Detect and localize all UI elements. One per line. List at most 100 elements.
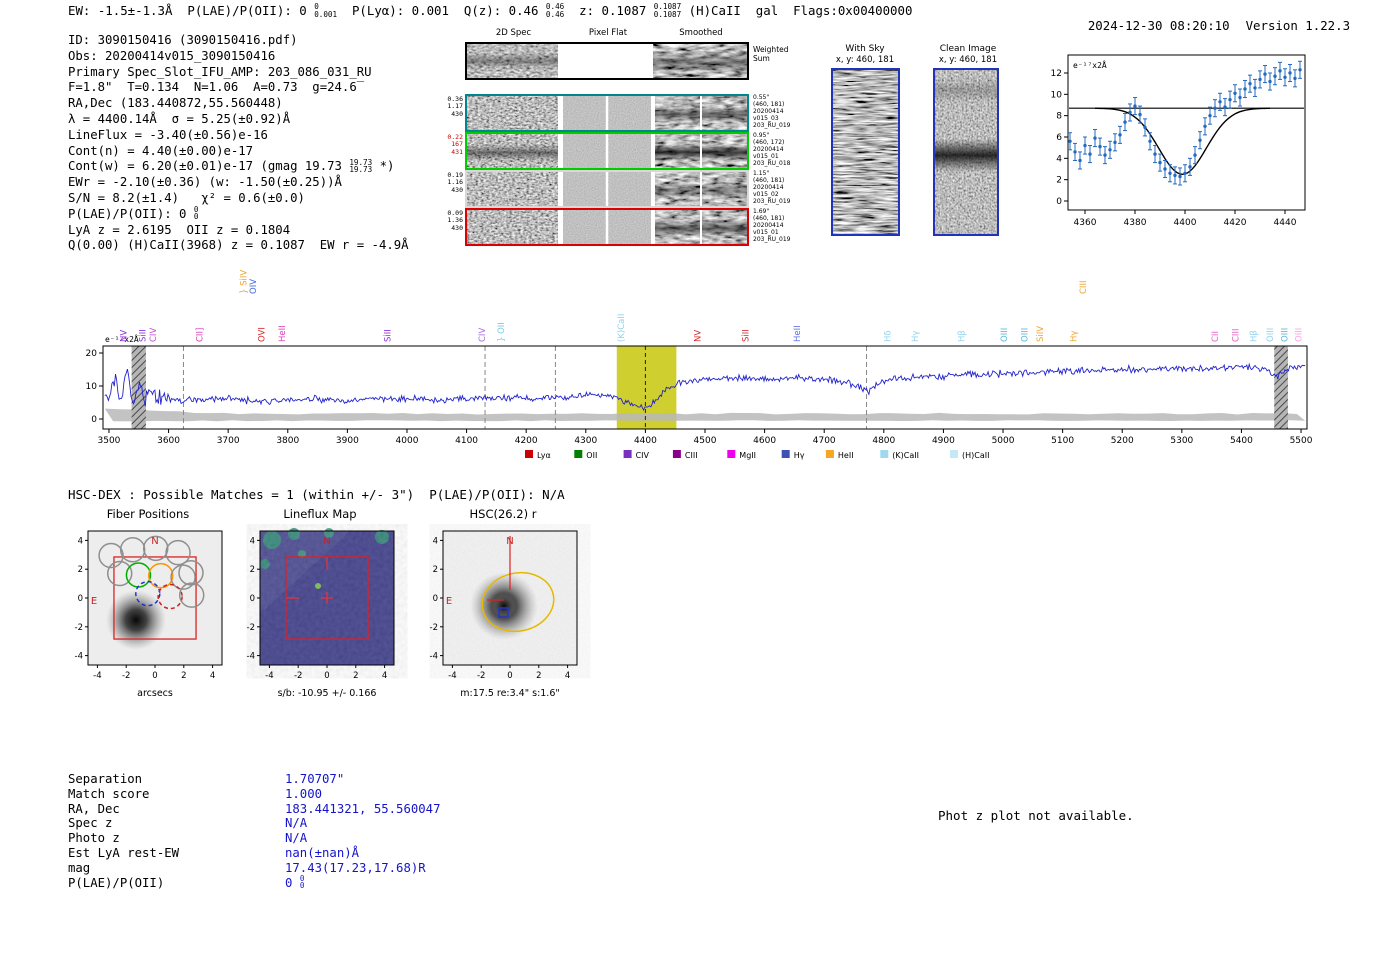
report-meta: 2024-12-30 08:20:10 Version 1.22.3 bbox=[1058, 3, 1350, 48]
stacked-fraction: 0.46 0.46 bbox=[545, 2, 565, 19]
emission-line-label: SiII bbox=[742, 329, 752, 342]
emission-line-label: Hβ bbox=[957, 330, 967, 342]
svg-text:e⁻¹⁷x2Å: e⁻¹⁷x2Å bbox=[1073, 59, 1107, 70]
sky-panel-image bbox=[831, 68, 900, 236]
legend-swatch bbox=[880, 450, 889, 458]
fiber-cutout-row bbox=[465, 170, 749, 208]
match-table-row: Match score 1.000 bbox=[68, 787, 440, 802]
legend-swatch bbox=[574, 450, 583, 458]
svg-text:4: 4 bbox=[565, 671, 570, 681]
svg-text:0: 0 bbox=[152, 671, 157, 681]
emission-line-label: Hδ bbox=[883, 330, 893, 342]
info-line: LineFlux = -3.40(±0.56)e-16 bbox=[68, 127, 268, 142]
detection-info-block: ID: 3090150416 (3090150416.pdf) Obs: 2020… bbox=[68, 33, 409, 254]
svg-text:4: 4 bbox=[433, 536, 438, 546]
row-fiber-weights: 0.19 1.16 430 bbox=[447, 171, 463, 194]
legend-swatch bbox=[781, 450, 790, 458]
emission-line-label: OIII bbox=[1020, 328, 1030, 342]
svg-text:3500: 3500 bbox=[98, 436, 121, 446]
stacked-fraction: 00 bbox=[299, 873, 305, 891]
emission-line-label: CIII bbox=[1231, 329, 1241, 342]
svg-text:0: 0 bbox=[78, 594, 83, 604]
sky-panel-image bbox=[933, 68, 999, 236]
row-fiber-weights: 0.09 1.36 430 bbox=[447, 209, 463, 232]
match-table-row: P(LAE)/P(OII) 0 00 bbox=[68, 873, 440, 891]
svg-text:4440: 4440 bbox=[1274, 218, 1297, 228]
svg-text:0: 0 bbox=[324, 671, 329, 681]
photometry-label: m:17.5 re:3.4" s:1.6" bbox=[460, 688, 560, 699]
legend-swatch bbox=[727, 450, 736, 458]
info-line: RA,Dec (183.440872,55.560448) bbox=[68, 96, 283, 111]
row-2dspec-strip bbox=[467, 172, 558, 206]
fiber-cutout-row bbox=[465, 94, 749, 132]
svg-text:-2: -2 bbox=[294, 671, 302, 681]
row-2dspec-strip bbox=[467, 96, 558, 130]
stacked-fraction: 0.1087 0.1087 bbox=[653, 2, 682, 19]
svg-text:4600: 4600 bbox=[753, 436, 776, 446]
row-smoothed-strip bbox=[655, 210, 747, 244]
fiber-cutout-row bbox=[465, 208, 749, 246]
svg-text:4400: 4400 bbox=[634, 436, 657, 446]
emission-line-label: OIII bbox=[1000, 328, 1010, 342]
legend-label: CIII bbox=[685, 451, 698, 460]
summary-header: EW: -1.5±-1.3Å P(LAE)/P(OII): 0 0 0.001 P… bbox=[68, 2, 913, 19]
hsc-cutout-title: HSC(26.2) r bbox=[469, 507, 537, 521]
north-label: N bbox=[323, 536, 330, 547]
galaxy-blob bbox=[106, 590, 166, 650]
info-line: S/N = 8.2(±1.4) χ² = 0.6(±0.0) bbox=[68, 190, 305, 205]
info-line: EWr = -2.10(±0.36) (w: -1.50(±0.25))Å bbox=[68, 175, 342, 190]
legend-swatch bbox=[525, 450, 533, 458]
emission-line-label: } OII bbox=[497, 322, 507, 342]
match-field-value: 1.000 bbox=[285, 786, 323, 801]
svg-text:0: 0 bbox=[1056, 197, 1062, 207]
match-field-value: 183.441321, 55.560047 bbox=[285, 801, 441, 816]
svg-text:5100: 5100 bbox=[1051, 436, 1074, 446]
photz-note: Phot z plot not available. bbox=[938, 808, 1134, 823]
hsc-dex-match-line: HSC-DEX : Possible Matches = 1 (within +… bbox=[68, 487, 565, 502]
svg-text:10: 10 bbox=[1051, 90, 1063, 100]
match-field-label: Separation bbox=[68, 772, 143, 786]
match-field-label: mag bbox=[68, 860, 91, 875]
svg-text:5400: 5400 bbox=[1230, 436, 1253, 446]
legend-label: (K)CaII bbox=[892, 451, 919, 460]
smoothed-noise bbox=[655, 172, 747, 206]
match-field-value: 1.70707" bbox=[285, 772, 345, 786]
smoothed-noise bbox=[655, 96, 747, 130]
2d-spec-noise bbox=[467, 134, 558, 168]
fiber-positions-plot: N E -4 -4 -2 -2 0 0 2 2 4 4 arcsecs bbox=[75, 530, 223, 699]
svg-text:2: 2 bbox=[536, 671, 541, 681]
svg-text:4: 4 bbox=[1056, 154, 1062, 164]
info-line: Cont(w) = 6.20(±0.01)e-17 (gmag 19.73 19… bbox=[68, 157, 395, 174]
2d-spec-cutouts: 2D Spec Pixel Flat Smoothed Weighted Sum 0.3… bbox=[444, 28, 824, 250]
svg-text:-4: -4 bbox=[430, 652, 438, 662]
match-field-label: Match score bbox=[68, 786, 150, 801]
svg-text:-4: -4 bbox=[265, 671, 273, 681]
emission-line-label: HeII bbox=[278, 325, 288, 342]
2d-spec-noise bbox=[467, 172, 558, 206]
legend-swatch bbox=[950, 450, 958, 458]
sky-panel-title: Clean Image bbox=[939, 44, 997, 54]
svg-text:-2: -2 bbox=[75, 623, 83, 633]
svg-text:0: 0 bbox=[91, 415, 97, 425]
emission-line-label: SiII bbox=[383, 329, 393, 342]
svg-text:4000: 4000 bbox=[396, 436, 419, 446]
info-line: Obs: 20200414v015_3090150416 bbox=[68, 48, 276, 63]
match-table-row: RA, Dec 183.441321, 55.560047 bbox=[68, 802, 440, 817]
svg-text:4: 4 bbox=[250, 536, 255, 546]
emission-line-label: CIII bbox=[1079, 281, 1089, 294]
emission-line-label: CII bbox=[1211, 331, 1221, 342]
match-table-row: mag 17.43(17.23,17.68)R bbox=[68, 861, 440, 876]
lineflux-map-title: Lineflux Map bbox=[283, 507, 357, 521]
clean-image-noise bbox=[935, 70, 997, 234]
svg-text:2: 2 bbox=[353, 671, 358, 681]
svg-text:4300: 4300 bbox=[574, 436, 597, 446]
north-label: N bbox=[506, 536, 513, 547]
row-pixelflat-strip bbox=[563, 210, 651, 244]
svg-text:4100: 4100 bbox=[455, 436, 478, 446]
row-fiber-weights: 0.36 1.17 430 bbox=[447, 95, 463, 118]
svg-text:4200: 4200 bbox=[515, 436, 538, 446]
hsc-cutout-plot: N E -4 -4 -2 -2 0 0 2 2 4 4 m:17.5 re:3.4" s:1.6" bbox=[430, 530, 578, 699]
legend-swatch bbox=[623, 450, 632, 458]
svg-text:5300: 5300 bbox=[1170, 436, 1193, 446]
emission-line-label: Hγ bbox=[911, 331, 921, 342]
